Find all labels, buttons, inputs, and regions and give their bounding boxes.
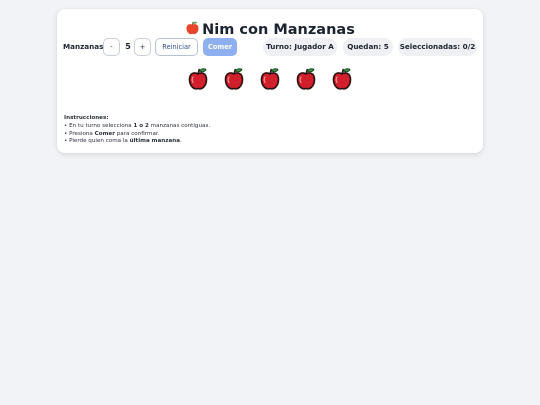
instruction-line-1: • En tu turno selecciona 1 o 2 manzanas …	[64, 122, 211, 129]
apple-3[interactable]	[260, 67, 280, 91]
apple-4[interactable]	[296, 67, 316, 91]
instruction-line-3: • Pierde quien coma la última manzana.	[64, 138, 182, 145]
game-card: Nim con Manzanas Manzanas: - 5 + Reinici…	[57, 9, 483, 153]
turn-badge: Turno: Jugador A	[263, 38, 337, 56]
apple-count-value: 5	[125, 42, 131, 51]
apples-count-label: Manzanas:	[63, 42, 107, 51]
controls-bar: Manzanas: - 5 + Reiniciar Comer Turno: J…	[63, 38, 477, 56]
apple-1[interactable]	[188, 67, 208, 91]
selected-badge: Seleccionadas: 0/2	[398, 38, 477, 56]
decrement-button[interactable]: -	[103, 38, 120, 56]
eat-button[interactable]: Comer	[203, 38, 237, 56]
game-title-text: Nim con Manzanas	[202, 22, 355, 38]
apple-row	[57, 67, 483, 97]
remaining-badge: Quedan: 5	[343, 38, 393, 56]
increment-button[interactable]: +	[134, 38, 151, 56]
apple-5[interactable]	[332, 67, 352, 91]
reset-button[interactable]: Reiniciar	[155, 38, 198, 56]
apple-2[interactable]	[224, 67, 244, 91]
instructions-heading: Instrucciones:	[64, 115, 109, 121]
instructions: Instrucciones: • En tu turno selecciona …	[64, 115, 210, 146]
